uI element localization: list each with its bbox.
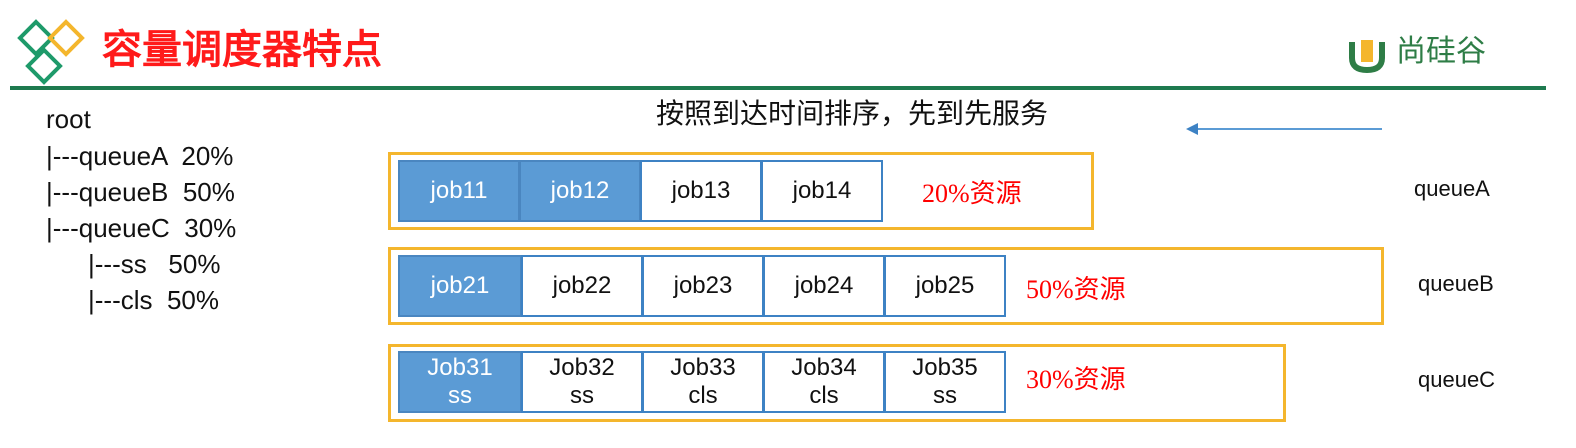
queue-b-label: queueB xyxy=(1418,271,1494,296)
tree-root: root xyxy=(46,104,91,134)
job-name: Job32 xyxy=(549,354,615,381)
brand-logo-icon xyxy=(1349,40,1385,74)
job-name: job22 xyxy=(552,272,612,299)
brand-logo: 尚硅谷 xyxy=(1346,30,1526,74)
job-name: job25 xyxy=(915,272,975,299)
tree-queue-b: |---queueB 50% xyxy=(46,177,235,207)
job-name: Job34 xyxy=(791,354,857,381)
brand-name: 尚硅谷 xyxy=(1396,34,1486,69)
job-name: job23 xyxy=(673,272,733,299)
job-cell: job22 xyxy=(521,255,643,317)
queue-b-resource: 50%资源 xyxy=(1026,275,1126,304)
job-subqueue: ss xyxy=(448,382,472,409)
job-cell: Job33 cls xyxy=(642,351,764,413)
queue-c-label: queueC xyxy=(1418,367,1496,392)
job-cell: job25 xyxy=(884,255,1006,317)
job-cell: job21 xyxy=(398,255,522,317)
job-subqueue: ss xyxy=(933,382,957,409)
tree-queue-a: |---queueA 20% xyxy=(46,141,234,171)
tree-sub-cls: |---cls 50% xyxy=(88,285,219,315)
queue-a-resource: 20%资源 xyxy=(922,179,1022,208)
job-name: job21 xyxy=(430,272,490,299)
left-arrow-icon xyxy=(1186,123,1382,135)
job-subqueue: cls xyxy=(809,382,839,409)
job-cell: job11 xyxy=(398,160,520,222)
job-cell: Job32 ss xyxy=(521,351,643,413)
job-cell: job13 xyxy=(640,160,762,222)
tree-sub-ss: |---ss 50% xyxy=(88,249,221,279)
job-cell: Job35 ss xyxy=(884,351,1006,413)
queue-a-label: queueA xyxy=(1414,176,1490,201)
job-name: job14 xyxy=(792,177,852,204)
job-name: job12 xyxy=(550,177,610,204)
job-name: job13 xyxy=(671,177,731,204)
page-title: 容量调度器特点 xyxy=(102,27,382,73)
job-cell: job14 xyxy=(761,160,883,222)
job-name: Job35 xyxy=(912,354,978,381)
job-subqueue: cls xyxy=(688,382,718,409)
job-name: Job31 xyxy=(427,354,493,381)
tree-queue-c: |---queueC 30% xyxy=(46,213,237,243)
queue-c-resource: 30%资源 xyxy=(1026,365,1126,394)
job-cell: job12 xyxy=(519,160,641,222)
header-divider xyxy=(10,86,1546,90)
job-cell: Job34 cls xyxy=(763,351,885,413)
job-subqueue: ss xyxy=(570,382,594,409)
job-name: Job33 xyxy=(670,354,736,381)
job-cell: job23 xyxy=(642,255,764,317)
job-name: job24 xyxy=(794,272,854,299)
diagram-subtitle: 按照到达时间排序，先到先服务 xyxy=(656,97,1049,130)
job-cell: job24 xyxy=(763,255,885,317)
job-cell: Job31 ss xyxy=(398,351,522,413)
diamond-logo-icon xyxy=(17,19,85,85)
job-name: job11 xyxy=(430,177,488,204)
